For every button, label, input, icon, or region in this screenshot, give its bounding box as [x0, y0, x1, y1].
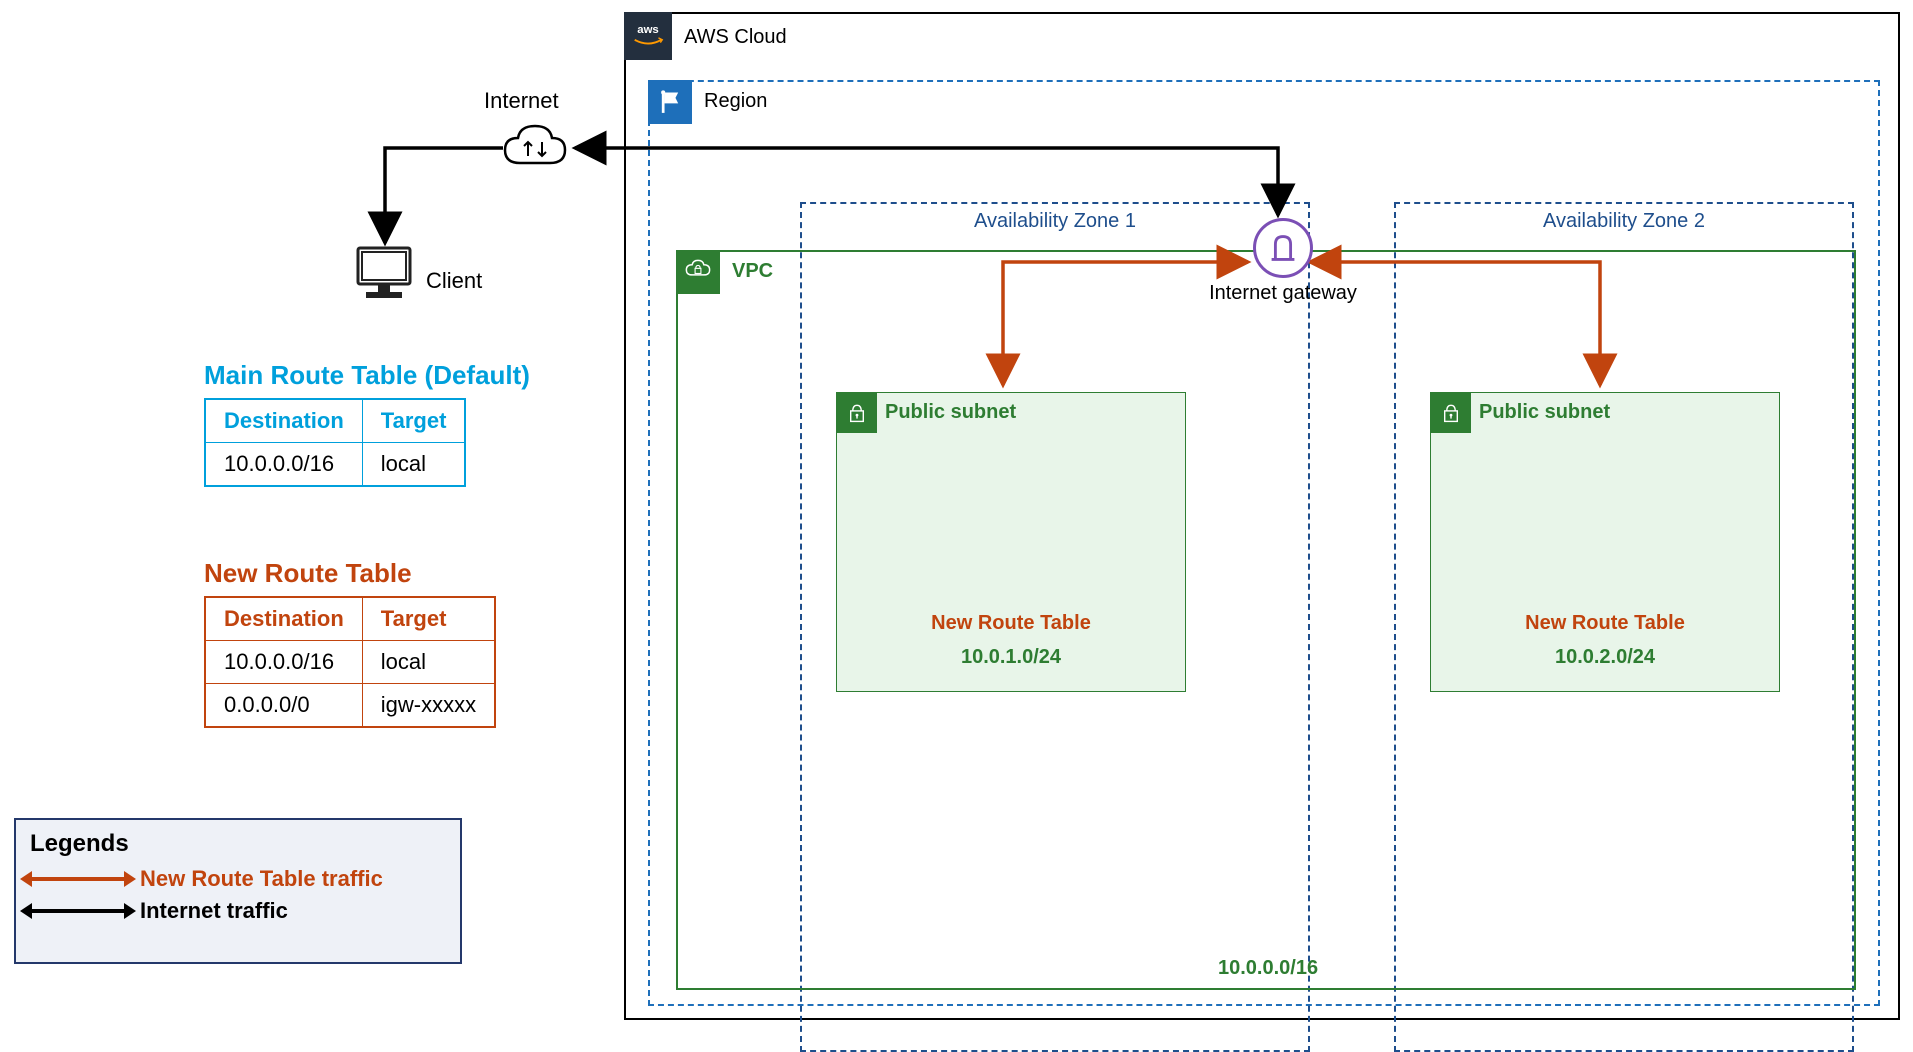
table-row: 10.0.0.0/16 local	[205, 641, 495, 684]
subnet-label: Public subnet	[1479, 401, 1610, 424]
double-arrow-icon	[30, 877, 126, 881]
internet-gateway-label: Internet gateway	[1168, 282, 1398, 305]
aws-logo-icon: aws	[624, 12, 672, 60]
client-label: Client	[426, 268, 482, 294]
aws-cloud-label: AWS Cloud	[684, 26, 787, 49]
vpc-icon	[676, 250, 720, 294]
subnet-route-label: New Route Table	[837, 612, 1185, 635]
main-route-table-title: Main Route Table (Default)	[204, 360, 530, 391]
table-row: 10.0.0.0/16 local	[205, 443, 465, 487]
flag-icon	[648, 80, 692, 124]
internet-gateway-icon	[1253, 218, 1313, 278]
lock-icon	[1431, 393, 1471, 433]
region-box: Region Availability Zone 1 Availability …	[648, 80, 1880, 1006]
legends-box: Legends New Route Table traffic Internet…	[14, 818, 462, 964]
svg-text:aws: aws	[637, 24, 659, 36]
public-subnet-1: Public subnet New Route Table 10.0.1.0/2…	[836, 392, 1186, 692]
legends-title: Legends	[30, 830, 446, 858]
subnet-cidr: 10.0.2.0/24	[1431, 646, 1779, 669]
subnet-label: Public subnet	[885, 401, 1016, 424]
aws-cloud-box: aws AWS Cloud Region Availability Zone 1…	[624, 12, 1900, 1020]
legend-row: Internet traffic	[30, 898, 446, 924]
subnet-route-label: New Route Table	[1431, 612, 1779, 635]
region-label: Region	[704, 90, 767, 113]
vpc-label: VPC	[732, 260, 773, 283]
internet-label: Internet	[484, 88, 559, 114]
legend-text: New Route Table traffic	[140, 866, 383, 892]
table-header: Target	[362, 597, 495, 641]
vpc-cidr: 10.0.0.0/16	[1218, 957, 1318, 980]
new-route-table: Destination Target 10.0.0.0/16 local 0.0…	[204, 596, 496, 728]
double-arrow-icon	[30, 909, 126, 913]
table-header: Target	[362, 399, 465, 443]
legend-text: Internet traffic	[140, 898, 288, 924]
az-label: Availability Zone 1	[802, 210, 1308, 233]
table-header: Destination	[205, 399, 362, 443]
lock-icon	[837, 393, 877, 433]
subnet-cidr: 10.0.1.0/24	[837, 646, 1185, 669]
new-route-table-title: New Route Table	[204, 558, 412, 589]
vpc-box: VPC 10.0.0.0/16 Internet gateway Public …	[676, 250, 1856, 990]
legend-row: New Route Table traffic	[30, 866, 446, 892]
az-label: Availability Zone 2	[1396, 210, 1852, 233]
public-subnet-2: Public subnet New Route Table 10.0.2.0/2…	[1430, 392, 1780, 692]
cloud-icon	[500, 118, 570, 178]
table-row: 0.0.0.0/0 igw-xxxxx	[205, 684, 495, 728]
main-route-table: Destination Target 10.0.0.0/16 local	[204, 398, 466, 487]
table-header: Destination	[205, 597, 362, 641]
client-icon	[352, 244, 416, 302]
